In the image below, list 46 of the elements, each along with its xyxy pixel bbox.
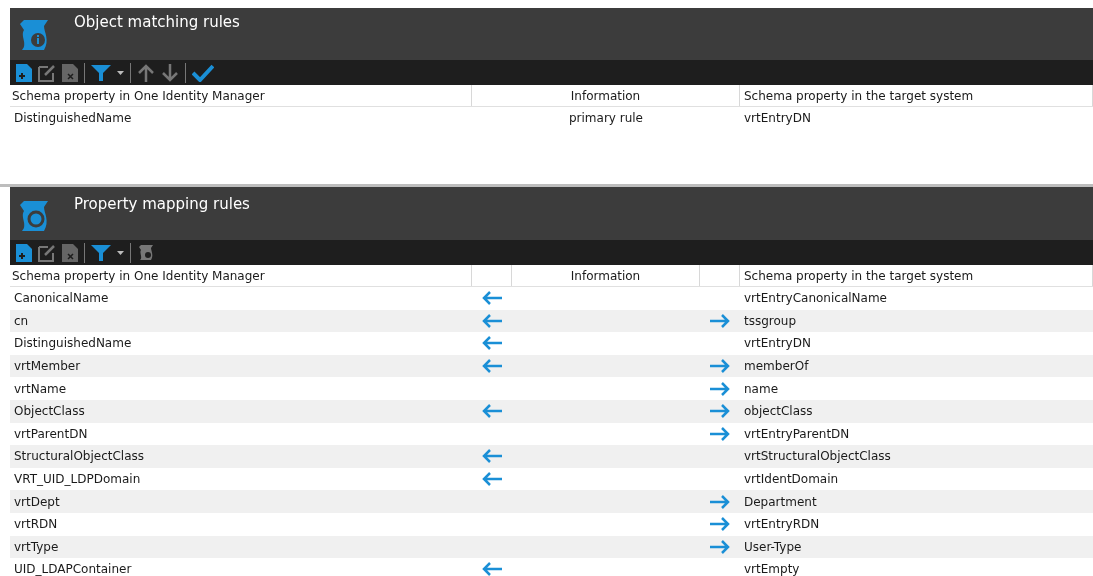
panel-title: Object matching rules xyxy=(74,12,240,33)
table-cell-text: Department xyxy=(743,493,818,511)
table-cell-text: vrtEntryDN xyxy=(743,110,812,127)
table-cell-text: vrtName xyxy=(13,380,68,398)
table-cell-text: vrtParentDN xyxy=(13,425,89,443)
filter-icon[interactable] xyxy=(91,64,111,81)
table-cell-text: vrtEntryCanonicalName xyxy=(743,290,888,308)
table-cell-text: vrtType xyxy=(13,538,60,556)
table-cell-text: CanonicalName xyxy=(13,290,110,308)
table-cell-text: DistinguishedName xyxy=(13,335,133,353)
edit-icon[interactable] xyxy=(38,243,56,262)
panel-title: Property mapping rules xyxy=(74,194,250,215)
delete-document-icon[interactable] xyxy=(62,243,78,262)
column-header[interactable]: Schema property in One Identity Manager xyxy=(10,265,472,286)
table-cell-text: vrtEntryDN xyxy=(743,335,812,353)
table-cell-text: vrtStructuralObjectClass xyxy=(743,448,892,466)
dropdown-caret-icon[interactable] xyxy=(117,70,124,75)
table-cell-text: primary rule xyxy=(567,110,644,127)
filter-icon[interactable] xyxy=(91,244,111,261)
arrow-up-icon[interactable] xyxy=(137,63,155,82)
edit-icon[interactable] xyxy=(38,63,56,82)
arrow-down-icon[interactable] xyxy=(161,63,179,82)
table-cell-text: vrtDept xyxy=(13,493,61,511)
table-cell-text: DistinguishedName xyxy=(13,110,133,127)
table-cell-text: ObjectClass xyxy=(13,403,86,421)
table-cell-text: UID_LDAPContainer xyxy=(13,561,133,576)
table-cell-text: objectClass xyxy=(743,403,814,421)
table-cell-text: vrtIdentDomain xyxy=(743,471,840,489)
dropdown-caret-icon[interactable] xyxy=(117,250,124,255)
column-header[interactable]: Schema property in One Identity Manager xyxy=(10,85,472,106)
table-cell-text: VRT_UID_LDPDomain xyxy=(13,471,142,489)
table-cell-text: cn xyxy=(13,312,30,330)
table-cell-text: vrtEmpty xyxy=(743,561,801,576)
new-document-icon[interactable] xyxy=(16,243,32,262)
table-cell-text: User-Type xyxy=(743,538,803,556)
new-document-icon[interactable] xyxy=(16,63,32,82)
table-cell-text: vrtRDN xyxy=(13,516,59,534)
checkmark-icon[interactable] xyxy=(192,63,214,82)
table-cell-text: name xyxy=(743,380,780,398)
table-cell-text: memberOf xyxy=(743,358,810,376)
delete-document-icon[interactable] xyxy=(62,63,78,82)
table-cell-text: tssgroup xyxy=(743,312,798,330)
table-cell-text: vrtEntryParentDN xyxy=(743,425,851,443)
table-cell-text: vrtEntryRDN xyxy=(743,516,821,534)
table-cell-text: StructuralObjectClass xyxy=(13,448,146,466)
table-cell-text: vrtMember xyxy=(13,358,82,376)
